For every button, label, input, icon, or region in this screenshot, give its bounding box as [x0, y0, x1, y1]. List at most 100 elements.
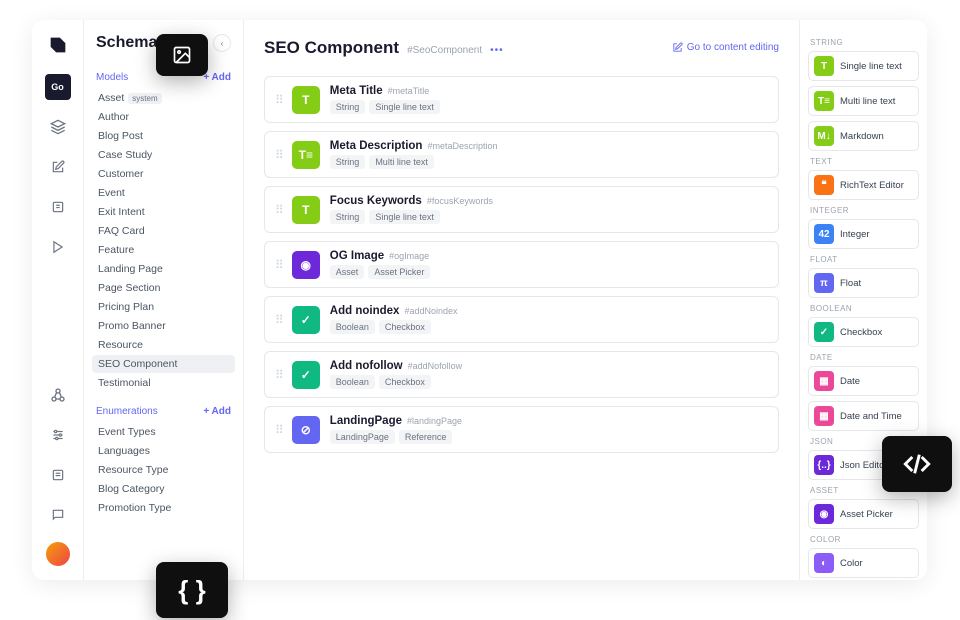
- rail-webhooks-icon[interactable]: [45, 382, 71, 408]
- field-card[interactable]: ⠿ T≡ Meta Description #metaDescription S…: [264, 131, 779, 178]
- enum-item[interactable]: Resource Type: [92, 461, 235, 479]
- drag-handle-icon[interactable]: ⠿: [275, 203, 282, 217]
- field-api-id: #ogImage: [389, 251, 429, 261]
- palette-section-label: String: [810, 38, 919, 47]
- field-tag: Boolean: [330, 375, 375, 389]
- rail-chat-icon[interactable]: [45, 502, 71, 528]
- field-card[interactable]: ⠿ ✓ Add nofollow #addNofollow BooleanChe…: [264, 351, 779, 398]
- add-enum-button[interactable]: + Add: [203, 406, 231, 417]
- field-type-icon: T≡: [292, 141, 320, 169]
- go-to-content-link[interactable]: Go to content editing: [672, 42, 779, 53]
- user-avatar[interactable]: [46, 542, 70, 566]
- palette-type-icon: ✓: [814, 322, 834, 342]
- field-name: Meta Description: [330, 140, 423, 152]
- rail-layers-icon[interactable]: [45, 114, 71, 140]
- palette-item[interactable]: ✓Checkbox: [808, 317, 919, 347]
- field-card[interactable]: ⠿ ◉ OG Image #ogImage AssetAsset Picker: [264, 241, 779, 288]
- field-api-id: #addNofollow: [408, 361, 463, 371]
- palette-item[interactable]: 42Integer: [808, 219, 919, 249]
- palette-item[interactable]: ◐Color: [808, 548, 919, 578]
- palette-item[interactable]: ◉Asset Picker: [808, 499, 919, 529]
- add-model-button[interactable]: + Add: [203, 72, 231, 83]
- drag-handle-icon[interactable]: ⠿: [275, 258, 282, 272]
- enums-section-label: Enumerations: [96, 406, 158, 417]
- model-item[interactable]: Pricing Plan: [92, 298, 235, 316]
- field-card[interactable]: ⠿ ⊘ LandingPage #landingPage LandingPage…: [264, 406, 779, 453]
- palette-type-icon: ❝: [814, 175, 834, 195]
- field-tag: Multi line text: [369, 155, 434, 169]
- palette-type-icon: T: [814, 56, 834, 76]
- external-link-icon: [672, 42, 683, 53]
- model-item[interactable]: Customer: [92, 165, 235, 183]
- model-item[interactable]: FAQ Card: [92, 222, 235, 240]
- field-type-icon: ✓: [292, 361, 320, 389]
- rail-list-icon[interactable]: [45, 462, 71, 488]
- more-actions-button[interactable]: •••: [490, 45, 504, 56]
- palette-type-icon: ▦: [814, 371, 834, 391]
- palette-item-label: Markdown: [840, 131, 884, 142]
- model-item[interactable]: Landing Page: [92, 260, 235, 278]
- rail-settings-icon[interactable]: [45, 422, 71, 448]
- floating-image-card: [156, 34, 208, 76]
- field-api-id: #metaDescription: [427, 141, 497, 151]
- field-card[interactable]: ⠿ T Meta Title #metaTitle StringSingle l…: [264, 76, 779, 123]
- floating-braces-card: { }: [156, 562, 228, 618]
- field-tag: Asset Picker: [368, 265, 430, 279]
- palette-item[interactable]: ❝RichText Editor: [808, 170, 919, 200]
- enum-item[interactable]: Promotion Type: [92, 499, 235, 517]
- field-card[interactable]: ⠿ ✓ Add noindex #addNoindex BooleanCheck…: [264, 296, 779, 343]
- enum-item[interactable]: Languages: [92, 442, 235, 460]
- drag-handle-icon[interactable]: ⠿: [275, 423, 282, 437]
- rail-play-icon[interactable]: [45, 234, 71, 260]
- model-item[interactable]: Feature: [92, 241, 235, 259]
- field-card[interactable]: ⠿ T Focus Keywords #focusKeywords String…: [264, 186, 779, 233]
- palette-type-icon: π: [814, 273, 834, 293]
- enum-item[interactable]: Blog Category: [92, 480, 235, 498]
- field-type-icon: ✓: [292, 306, 320, 334]
- model-item[interactable]: Author: [92, 108, 235, 126]
- model-item[interactable]: Promo Banner: [92, 317, 235, 335]
- palette-item[interactable]: ▦Date and Time: [808, 401, 919, 431]
- palette-item[interactable]: T Single line text: [808, 51, 919, 81]
- model-item[interactable]: SEO Component: [92, 355, 235, 373]
- drag-handle-icon[interactable]: ⠿: [275, 313, 282, 327]
- app-logo-icon: [47, 34, 69, 56]
- drag-handle-icon[interactable]: ⠿: [275, 93, 282, 107]
- palette-item[interactable]: T≡Multi line text: [808, 86, 919, 116]
- palette-item-label: Single line text: [840, 61, 902, 72]
- model-item[interactable]: Blog Post: [92, 127, 235, 145]
- palette-item-label: Float: [840, 278, 861, 289]
- field-type-icon: T: [292, 86, 320, 114]
- field-name: Meta Title: [330, 85, 383, 97]
- palette-item[interactable]: π Float: [808, 268, 919, 298]
- palette-type-icon: ◐: [814, 553, 834, 573]
- palette-item-label: Multi line text: [840, 96, 895, 107]
- model-item[interactable]: Exit Intent: [92, 203, 235, 221]
- rail-edit-icon[interactable]: [45, 154, 71, 180]
- model-item[interactable]: Assetsystem: [92, 89, 235, 107]
- field-type-icon: T: [292, 196, 320, 224]
- palette-item[interactable]: M↓ Markdown: [808, 121, 919, 151]
- rail-go-button[interactable]: Go: [45, 74, 71, 100]
- model-item[interactable]: Page Section: [92, 279, 235, 297]
- collapse-sidebar-button[interactable]: ‹: [213, 34, 231, 52]
- palette-type-icon: {..}: [814, 455, 834, 475]
- drag-handle-icon[interactable]: ⠿: [275, 148, 282, 162]
- model-item[interactable]: Event: [92, 184, 235, 202]
- palette-item-label: Integer: [840, 229, 870, 240]
- field-tag: Single line text: [369, 100, 440, 114]
- model-item[interactable]: Testimonial: [92, 374, 235, 392]
- sidebar: Schema ‹ Models + Add AssetsystemAuthorB…: [84, 20, 244, 580]
- model-item[interactable]: Case Study: [92, 146, 235, 164]
- enum-item[interactable]: Event Types: [92, 423, 235, 441]
- code-icon: [903, 450, 931, 478]
- model-item[interactable]: Resource: [92, 336, 235, 354]
- field-tag: Boolean: [330, 320, 375, 334]
- rail-docs-icon[interactable]: [45, 194, 71, 220]
- icon-rail: Go: [32, 20, 84, 580]
- field-api-id: #focusKeywords: [427, 196, 493, 206]
- field-tag: Single line text: [369, 210, 440, 224]
- drag-handle-icon[interactable]: ⠿: [275, 368, 282, 382]
- palette-item[interactable]: ▦Date: [808, 366, 919, 396]
- palette-type-icon: M↓: [814, 126, 834, 146]
